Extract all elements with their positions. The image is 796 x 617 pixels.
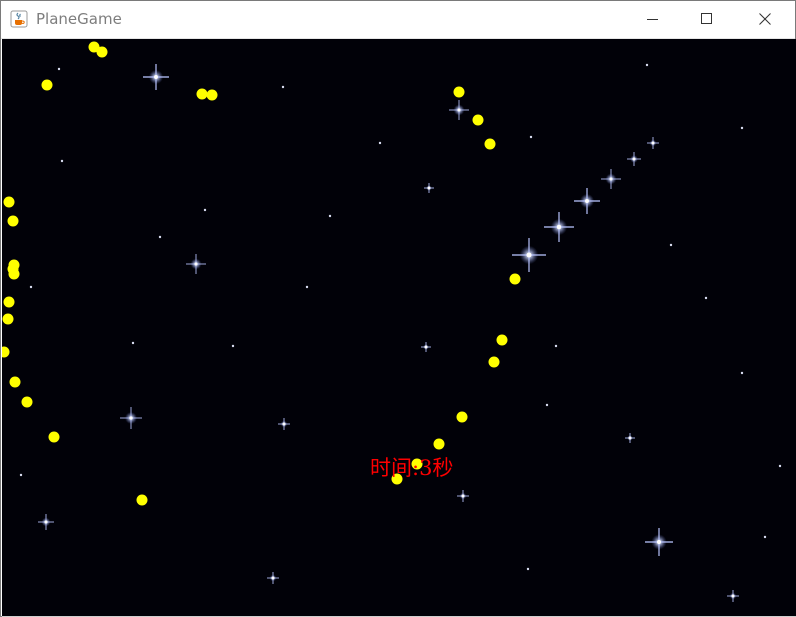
minimize-button[interactable] <box>630 1 676 38</box>
sparkle-star <box>38 514 54 530</box>
star <box>19 473 23 477</box>
enemy-bullet <box>8 268 20 280</box>
sparkle-star <box>647 137 659 149</box>
enemy-bullet <box>196 88 208 100</box>
enemy-bullet <box>509 273 521 285</box>
star <box>231 344 235 348</box>
maximize-button[interactable] <box>684 1 730 38</box>
enemy-bullet <box>3 296 15 308</box>
minimize-icon <box>647 19 658 20</box>
star <box>378 141 382 145</box>
star <box>305 285 309 289</box>
game-canvas[interactable]: 时间:3秒 <box>2 39 796 616</box>
star <box>526 567 530 571</box>
enemy-bullet <box>9 376 21 388</box>
enemy-bullet <box>488 356 500 368</box>
star <box>60 159 64 163</box>
sparkle-star <box>457 490 469 502</box>
starfield-background <box>2 41 782 602</box>
star <box>545 403 549 407</box>
sparkle-star <box>449 100 469 120</box>
game-window: PlaneGame 时间:3秒 <box>0 0 796 617</box>
sparkle-star <box>120 407 142 429</box>
survival-timer: 时间:3秒 <box>370 456 454 480</box>
sparkle-star <box>574 188 600 214</box>
sparkle-star <box>143 64 169 90</box>
star <box>328 214 332 218</box>
enemy-bullet <box>48 431 60 443</box>
star <box>158 235 162 239</box>
enemy-bullet <box>136 494 148 506</box>
sparkle-star <box>645 528 673 556</box>
close-icon <box>759 13 771 25</box>
sparkle-star <box>278 418 290 430</box>
sparkle-star <box>601 169 621 189</box>
sparkle-star <box>727 590 739 602</box>
enemy-bullet <box>456 411 468 423</box>
enemy-bullet <box>484 138 496 150</box>
enemy-bullet <box>496 334 508 346</box>
star <box>554 344 558 348</box>
enemy-bullet <box>2 346 10 358</box>
star <box>704 296 708 300</box>
star <box>778 464 782 468</box>
enemy-bullet <box>96 46 108 58</box>
enemy-bullet <box>433 438 445 450</box>
enemy-bullet <box>41 79 53 91</box>
sparkle-star <box>424 183 434 193</box>
window-title: PlaneGame <box>36 10 122 28</box>
star <box>740 126 744 130</box>
star <box>57 67 61 71</box>
enemy-bullet <box>472 114 484 126</box>
sparkle-star <box>421 342 431 352</box>
sparkle-star <box>512 238 546 272</box>
title-bar[interactable]: PlaneGame <box>1 1 795 39</box>
enemy-bullet <box>2 313 14 325</box>
maximize-icon <box>701 13 712 24</box>
enemy-bullet <box>453 86 465 98</box>
star <box>763 535 767 539</box>
star <box>740 371 744 375</box>
star <box>529 135 533 139</box>
sparkle-star <box>627 152 641 166</box>
star <box>131 341 135 345</box>
enemy-bullet <box>21 396 33 408</box>
star <box>645 63 649 67</box>
star <box>281 85 285 89</box>
close-button[interactable] <box>742 1 788 38</box>
enemy-bullet <box>3 196 15 208</box>
sparkle-star <box>544 212 574 242</box>
enemy-bullet <box>7 215 19 227</box>
enemy-bullet <box>206 89 218 101</box>
sparkle-star <box>186 254 206 274</box>
sparkle-star <box>267 572 279 584</box>
star <box>669 243 673 247</box>
sparkle-star <box>625 433 635 443</box>
java-cup-icon <box>10 10 28 28</box>
star <box>203 208 207 212</box>
star <box>29 285 33 289</box>
